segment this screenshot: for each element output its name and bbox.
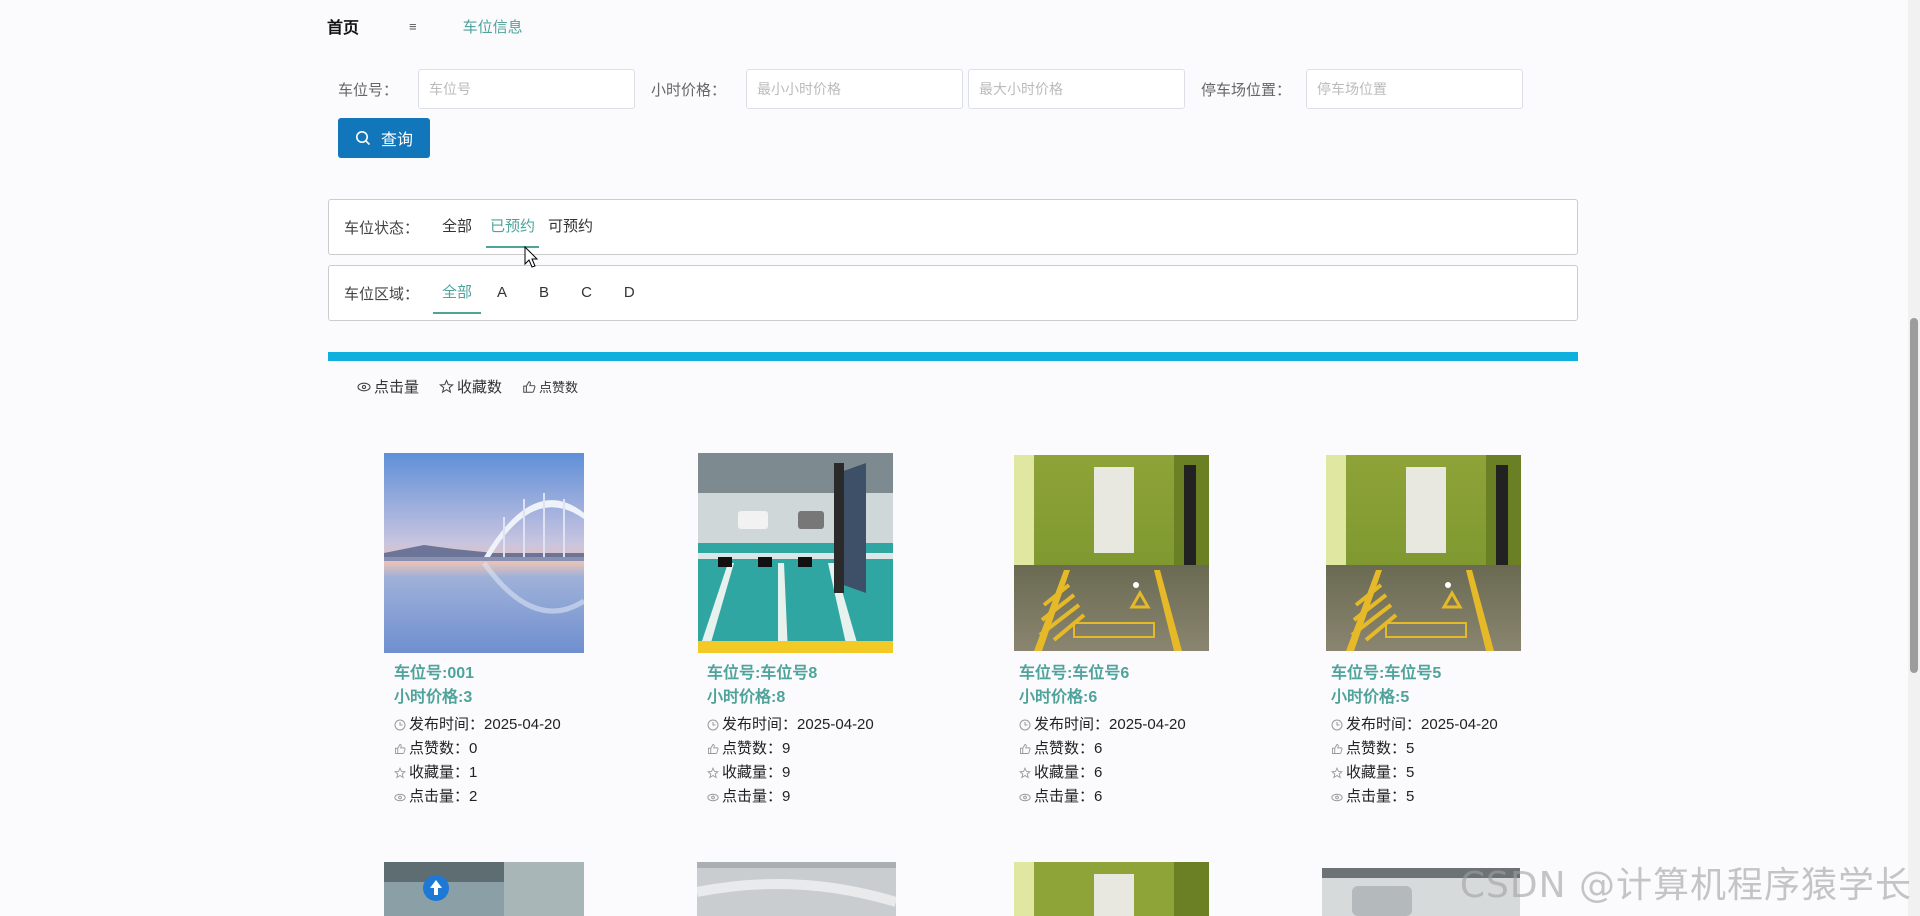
card-1-info: 车位号:001 小时价格:3 发布时间： 2025-04-20 点赞数： 0 收藏量… bbox=[394, 662, 561, 809]
location-input[interactable] bbox=[1306, 69, 1524, 109]
card-2-favorites: 收藏量： 9 bbox=[707, 761, 874, 785]
divider-bar bbox=[328, 352, 1578, 361]
breadcrumb: 首页 ≡ 车位信息 bbox=[327, 14, 523, 38]
card-image-accessible-spot-2[interactable] bbox=[1326, 455, 1521, 651]
sort-likes[interactable]: 点赞数 bbox=[522, 377, 578, 396]
card-3-info: 车位号:车位号6 小时价格:6 发布时间： 2025-04-20 点赞数： 6 收藏… bbox=[1019, 662, 1186, 809]
card-4-favorites: 收藏量： 5 bbox=[1331, 761, 1498, 785]
eye-icon bbox=[357, 382, 371, 391]
thumbs-up-icon bbox=[708, 744, 719, 754]
price-label: 小时价格： bbox=[651, 81, 727, 99]
card-3-price: 小时价格:6 bbox=[1019, 689, 1098, 706]
thumbs-up-icon bbox=[395, 744, 406, 754]
area-filter: 车位区域： 全部 A B C D bbox=[328, 265, 1578, 321]
sort-clicks-label: 点击量 bbox=[374, 379, 420, 396]
card-3-publish: 发布时间： 2025-04-20 bbox=[1019, 713, 1186, 737]
star-icon bbox=[439, 379, 455, 394]
card-2-publish: 发布时间： 2025-04-20 bbox=[707, 713, 874, 737]
card-4-publish: 发布时间： 2025-04-20 bbox=[1331, 713, 1498, 737]
card-2-info: 车位号:车位号8 小时价格:8 发布时间： 2025-04-20 点赞数： 9 收藏… bbox=[707, 662, 874, 809]
card-1-favorites: 收藏量： 1 bbox=[394, 761, 561, 785]
area-option-c[interactable]: C bbox=[565, 278, 608, 308]
card-2-price: 小时价格:8 bbox=[707, 689, 786, 706]
card-4-info: 车位号:车位号5 小时价格:5 发布时间： 2025-04-20 点赞数： 5 收藏… bbox=[1331, 662, 1498, 809]
area-option-b[interactable]: B bbox=[523, 278, 565, 308]
space-no-input[interactable] bbox=[418, 69, 636, 109]
sort-bar: 点击量 收藏数 点赞数 bbox=[357, 376, 598, 397]
clock-icon bbox=[394, 719, 406, 731]
sort-likes-label: 点赞数 bbox=[539, 380, 579, 395]
card-3-favorites: 收藏量： 6 bbox=[1019, 761, 1186, 785]
card-2-clicks: 点击量： 9 bbox=[707, 785, 874, 809]
card-1-publish: 发布时间： 2025-04-20 bbox=[394, 713, 561, 737]
status-filter: 车位状态： 全部 已预约 可预约 bbox=[328, 199, 1578, 255]
clock-icon bbox=[1019, 719, 1031, 731]
star-icon bbox=[1019, 767, 1031, 779]
card-2-likes: 点赞数： 9 bbox=[707, 737, 874, 761]
query-button[interactable]: 查询 bbox=[338, 118, 430, 158]
status-option-reserved[interactable]: 已预约 bbox=[486, 212, 540, 248]
card-4-clicks: 点击量： 5 bbox=[1331, 785, 1498, 809]
location-label: 停车场位置： bbox=[1201, 81, 1292, 99]
eye-icon bbox=[394, 793, 406, 801]
menu-icon[interactable]: ≡ bbox=[409, 19, 417, 34]
sort-clicks[interactable]: 点击量 bbox=[357, 376, 419, 397]
max-price-input[interactable] bbox=[968, 69, 1186, 109]
status-option-available[interactable]: 可预约 bbox=[544, 212, 597, 242]
search-form: 车位号： 小时价格： 停车场位置： bbox=[338, 69, 1524, 109]
card-image-accessible-spot[interactable] bbox=[1014, 455, 1209, 651]
search-icon bbox=[355, 131, 371, 146]
card-image-row2-2[interactable] bbox=[697, 862, 896, 916]
page-scrollbar[interactable] bbox=[1908, 0, 1920, 916]
status-filter-label: 车位状态： bbox=[344, 219, 420, 237]
card-1-title[interactable]: 车位号:001 bbox=[394, 662, 561, 686]
star-icon bbox=[707, 767, 719, 779]
sort-favorites[interactable]: 收藏数 bbox=[439, 376, 502, 397]
star-icon bbox=[394, 767, 406, 779]
card-1-price: 小时价格:3 bbox=[394, 689, 473, 706]
card-3-likes: 点赞数： 6 bbox=[1019, 737, 1186, 761]
thumbs-up-icon bbox=[523, 380, 536, 393]
card-image-row2-1[interactable] bbox=[384, 862, 584, 916]
card-1-clicks: 点击量： 2 bbox=[394, 785, 561, 809]
card-image-garage[interactable] bbox=[698, 453, 893, 653]
card-3-title[interactable]: 车位号:车位号6 bbox=[1019, 662, 1186, 686]
thumbs-up-icon bbox=[1020, 744, 1031, 754]
watermark: CSDN @计算机程序猿学长 bbox=[1459, 865, 1912, 906]
status-option-all[interactable]: 全部 bbox=[433, 212, 481, 242]
area-option-a[interactable]: A bbox=[481, 278, 523, 308]
eye-icon bbox=[707, 793, 719, 801]
card-image-lake[interactable] bbox=[384, 453, 584, 653]
breadcrumb-current: 车位信息 bbox=[462, 18, 523, 36]
eye-icon bbox=[1331, 793, 1343, 801]
card-4-title[interactable]: 车位号:车位号5 bbox=[1331, 662, 1498, 686]
area-option-all[interactable]: 全部 bbox=[433, 278, 482, 314]
mouse-cursor-icon bbox=[524, 246, 539, 268]
star-icon bbox=[1331, 767, 1343, 779]
card-2-title[interactable]: 车位号:车位号8 bbox=[707, 662, 874, 686]
area-filter-label: 车位区域： bbox=[344, 285, 420, 303]
card-4-likes: 点赞数： 5 bbox=[1331, 737, 1498, 761]
breadcrumb-home[interactable]: 首页 bbox=[327, 14, 359, 38]
clock-icon bbox=[707, 719, 719, 731]
eye-icon bbox=[1019, 793, 1031, 801]
scrollbar-thumb[interactable] bbox=[1910, 318, 1918, 673]
min-price-input[interactable] bbox=[746, 69, 964, 109]
card-image-row2-3[interactable] bbox=[1014, 862, 1209, 916]
card-1-likes: 点赞数： 0 bbox=[394, 737, 561, 761]
space-no-label: 车位号： bbox=[338, 81, 399, 99]
thumbs-up-icon bbox=[1332, 744, 1343, 754]
area-option-d[interactable]: D bbox=[608, 278, 651, 308]
clock-icon bbox=[1331, 719, 1343, 731]
sort-favorites-label: 收藏数 bbox=[457, 379, 503, 396]
card-3-clicks: 点击量： 6 bbox=[1019, 785, 1186, 809]
card-4-price: 小时价格:5 bbox=[1331, 689, 1410, 706]
query-label: 查询 bbox=[380, 132, 413, 149]
